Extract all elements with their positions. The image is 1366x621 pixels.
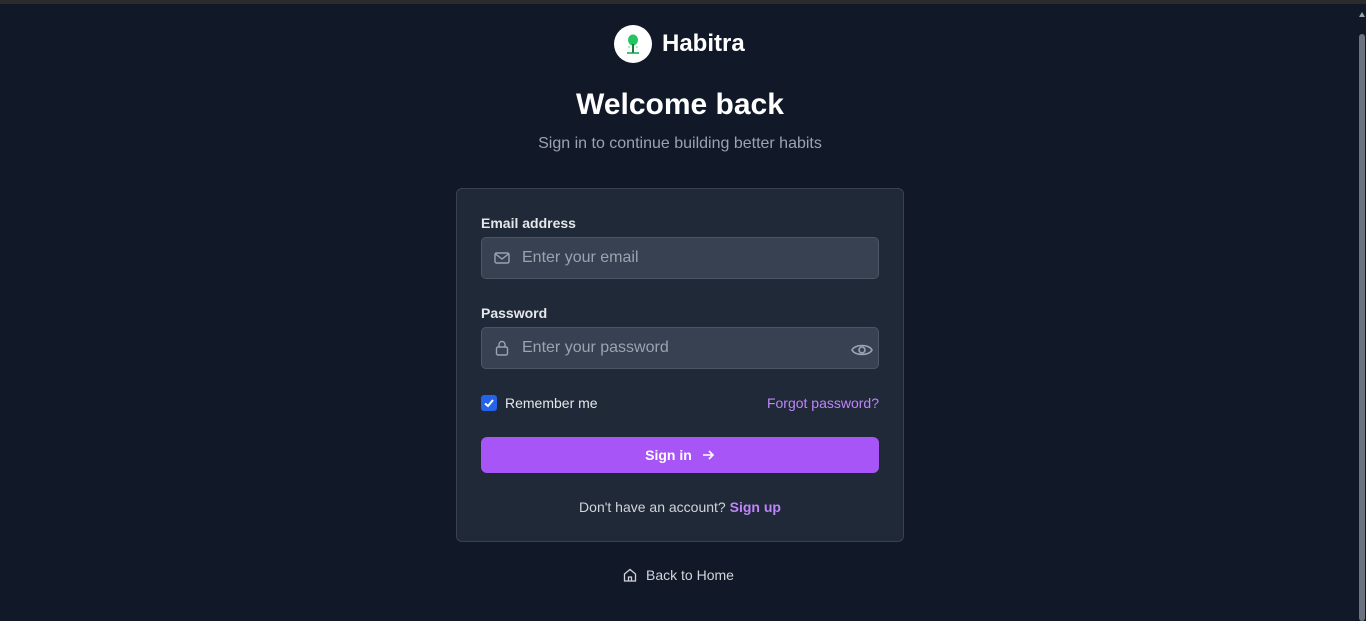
arrow-right-icon xyxy=(702,450,714,460)
sign-up-link[interactable]: Sign up xyxy=(730,499,781,515)
login-card: Email address Password Remember me Forgo… xyxy=(456,188,904,542)
scrollbar-thumb[interactable] xyxy=(1359,34,1365,621)
sign-in-button[interactable]: Sign in xyxy=(481,437,879,473)
remember-label: Remember me xyxy=(505,395,598,411)
check-icon xyxy=(484,399,494,408)
email-field[interactable] xyxy=(481,237,879,279)
remember-checkbox[interactable] xyxy=(481,395,497,411)
password-input[interactable] xyxy=(522,328,842,368)
email-label: Email address xyxy=(481,215,576,231)
back-to-home-label: Back to Home xyxy=(646,567,734,583)
tree-icon xyxy=(614,25,652,63)
remember-me[interactable]: Remember me xyxy=(481,395,598,411)
mail-icon xyxy=(494,252,510,264)
page-subtitle: Sign in to continue building better habi… xyxy=(538,135,822,152)
browser-top-edge xyxy=(0,0,1366,4)
home-icon xyxy=(623,568,637,582)
lock-icon xyxy=(495,340,509,356)
brand-name: Habitra xyxy=(662,30,745,57)
back-to-home-link[interactable]: Back to Home xyxy=(622,567,734,583)
scroll-up-arrow[interactable] xyxy=(1359,12,1365,17)
signup-prompt: Don't have an account? xyxy=(579,499,726,515)
page-title: Welcome back xyxy=(576,88,784,121)
eye-icon[interactable] xyxy=(850,339,874,361)
email-input[interactable] xyxy=(522,238,842,278)
password-field[interactable] xyxy=(481,327,879,369)
brand: Habitra xyxy=(614,25,745,63)
signup-row: Don't have an account? Sign up xyxy=(457,499,903,515)
forgot-password-link[interactable]: Forgot password? xyxy=(767,395,879,411)
password-label: Password xyxy=(481,305,548,321)
sign-in-label: Sign in xyxy=(645,447,692,463)
